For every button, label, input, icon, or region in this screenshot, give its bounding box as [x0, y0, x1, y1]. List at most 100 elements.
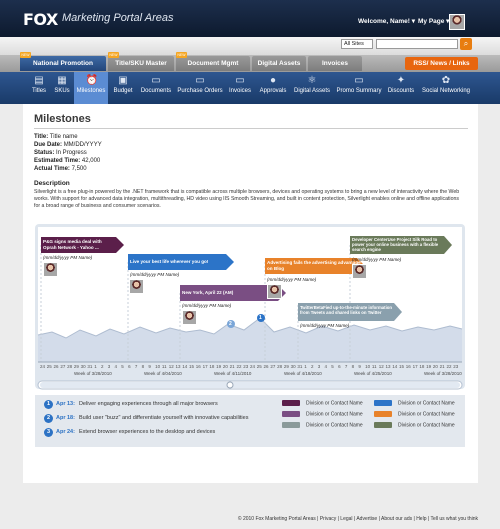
event-sub-6: (mm/dd/yyyy PM Name): [352, 257, 402, 262]
event-sub-3: (mm/dd/yyyy PM Name): [182, 303, 232, 308]
day-tick: 14: [392, 364, 398, 369]
day-tick: 9: [358, 364, 361, 369]
day-tick: 21: [439, 364, 445, 369]
pm-avatar[interactable]: [43, 262, 58, 277]
day-tick: 20: [432, 364, 438, 369]
day-tick: 8: [141, 364, 145, 369]
event-sub-2: (mm/dd/yyyy PM Name): [130, 272, 180, 277]
day-tick: 19: [216, 364, 222, 369]
week-label: Week of 4/11/2010: [214, 371, 252, 376]
day-tick: 12: [378, 364, 384, 369]
event-sub-1: (mm/dd/yyyy PM Name): [43, 255, 93, 260]
day-tick: 5: [331, 364, 334, 369]
day-tick: 14: [182, 364, 188, 369]
day-tick: 28: [277, 364, 283, 369]
day-tick: 23: [243, 364, 249, 369]
event-sub-5: (mm/dd/yyyy PM Name): [300, 323, 350, 328]
legend-item: Division or Contact Name: [374, 411, 455, 417]
day-tick: 19: [426, 364, 432, 369]
event-label-6[interactable]: Developer CenterUse Project Silk Road to…: [352, 237, 448, 252]
day-tick: 2: [310, 364, 314, 369]
scrollbar-handle[interactable]: [226, 381, 234, 389]
day-tick: 5: [121, 364, 124, 369]
day-tick: 27: [270, 364, 276, 369]
day-tick: 23: [453, 364, 459, 369]
day-tick: 6: [338, 364, 341, 369]
day-tick: 26: [263, 364, 269, 369]
day-tick: 16: [405, 364, 411, 369]
note-2: 2 Apr 18: Build user "buzz" and differenti…: [44, 414, 248, 423]
day-tick: 29: [283, 364, 289, 369]
marker-2[interactable]: 2: [229, 321, 232, 327]
event-label-4[interactable]: Advertising fails the advertising advant…: [267, 260, 362, 271]
event-label-2[interactable]: Live your best life wherever you go!: [130, 259, 225, 264]
event-label-5[interactable]: TwitterBetaFied up-to-the-minute informa…: [300, 305, 396, 315]
pm-avatar[interactable]: [129, 279, 144, 294]
day-tick: 26: [53, 364, 59, 369]
legend-item: Division or Contact Name: [282, 400, 363, 406]
day-tick: 18: [209, 364, 215, 369]
event-label-3[interactable]: New York, April 22 (AM): [182, 290, 277, 295]
day-tick: 17: [202, 364, 208, 369]
day-tick: 24: [40, 364, 46, 369]
day-tick: 3: [107, 364, 111, 369]
day-tick: 7: [344, 364, 348, 369]
day-tick: 13: [175, 364, 181, 369]
day-tick: 11: [161, 364, 167, 369]
scrollbar-thumb[interactable]: [40, 382, 460, 388]
day-tick: 18: [419, 364, 425, 369]
note-3: 3 Apr 24: Extend browser experiences to th…: [44, 428, 215, 437]
footer-links[interactable]: © 2010 Fox Marketing Portal Areas | Priv…: [0, 509, 500, 529]
day-tick: 16: [195, 364, 201, 369]
day-tick: 4: [114, 364, 118, 369]
day-tick: 7: [134, 364, 138, 369]
timeline-graphic: [37, 236, 463, 390]
pm-avatar[interactable]: [267, 284, 282, 299]
week-label: Week of 3/28/2010: [74, 371, 112, 376]
day-tick: 25: [256, 364, 262, 369]
day-tick: 12: [168, 364, 174, 369]
week-label: Week of 4/04/2010: [144, 371, 182, 376]
day-tick: 15: [399, 364, 405, 369]
week-label: Week of 4/18/2010: [284, 371, 322, 376]
activity-area: [38, 318, 462, 362]
day-tick: 9: [148, 364, 151, 369]
week-axis: Week of 3/28/2010 Week of 4/04/2010 Week o…: [40, 371, 462, 379]
day-tick: 20: [222, 364, 228, 369]
page: FOX Marketing Portal Areas Welcome, Name…: [0, 0, 500, 529]
day-tick: 28: [67, 364, 73, 369]
day-tick: 1: [94, 364, 97, 369]
day-tick: 15: [189, 364, 195, 369]
marker-1[interactable]: 1: [259, 315, 262, 321]
pm-avatar[interactable]: [352, 264, 367, 279]
legend-item: Division or Contact Name: [374, 422, 455, 428]
legend-item: Division or Contact Name: [282, 422, 363, 428]
day-tick: 10: [365, 364, 371, 369]
week-label: Week of 4/25/2010: [354, 371, 392, 376]
day-tick: 31: [87, 364, 93, 369]
day-tick: 22: [446, 364, 452, 369]
day-tick: 29: [73, 364, 79, 369]
day-tick: 31: [297, 364, 303, 369]
event-sub-4: (mm/dd/yyyy PM Name): [267, 277, 317, 282]
day-tick: 6: [128, 364, 131, 369]
note-1: 1 Apr 13: Deliver engaging experiences thr…: [44, 400, 218, 409]
day-tick: 24: [250, 364, 256, 369]
pm-avatar[interactable]: [182, 310, 197, 325]
event-label-1[interactable]: P&G signs media deal with Oprah Network …: [43, 239, 115, 250]
legend-item: Division or Contact Name: [374, 400, 455, 406]
day-tick: 17: [412, 364, 418, 369]
day-tick: 13: [385, 364, 391, 369]
legend-item: Division or Contact Name: [282, 411, 363, 417]
day-tick: 22: [236, 364, 242, 369]
day-tick: 8: [351, 364, 355, 369]
day-tick: 30: [290, 364, 296, 369]
day-tick: 30: [80, 364, 86, 369]
day-tick: 3: [317, 364, 321, 369]
day-tick: 11: [371, 364, 377, 369]
day-tick: 10: [155, 364, 161, 369]
week-label: Week of 3/28/2010: [424, 371, 462, 376]
day-tick: 27: [60, 364, 66, 369]
day-tick: 21: [229, 364, 235, 369]
day-tick: 25: [46, 364, 52, 369]
